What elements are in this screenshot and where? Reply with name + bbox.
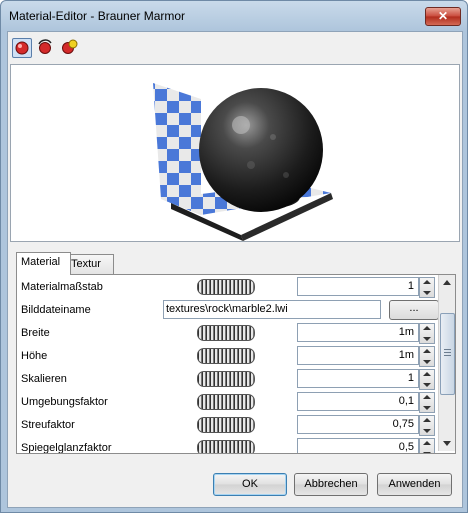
streufaktor-jog-wheel[interactable] [197,417,255,433]
skalieren-spinner[interactable] [419,369,435,390]
streufaktor-value: 0,75 [392,418,414,430]
spin-up-icon[interactable] [423,372,431,376]
hoehe-jog-wheel[interactable] [197,348,255,364]
spin-down-icon[interactable] [423,383,431,387]
property-label: Umgebungsfaktor [21,396,108,408]
property-label: Materialmaßstab [21,281,103,293]
apply-button[interactable]: Anwenden [377,473,452,496]
skalieren-jog-wheel[interactable] [197,371,255,387]
property-row-breite: Breite 1m [19,322,437,344]
cancel-button[interactable]: Abbrechen [294,473,368,496]
property-label: Skalieren [21,373,67,385]
umgebungsfaktor-spinner[interactable] [419,392,435,413]
title-bar[interactable]: Material-Editor - Brauner Marmor ✕ [1,1,467,31]
spin-down-icon[interactable] [423,291,431,295]
spin-up-icon[interactable] [423,418,431,422]
spiegelglanzfaktor-spinner[interactable] [419,438,435,453]
material-ball-red-icon [15,41,29,55]
property-row-skalieren: Skalieren 1 [19,368,437,390]
window-title: Material-Editor - Brauner Marmor [9,9,186,23]
property-label: Spiegelglanzfaktor [21,442,112,454]
tab-material-label: Material [21,256,61,268]
material-ball-yellow-icon [62,39,78,54]
spin-up-icon[interactable] [423,395,431,399]
property-row-bilddateiname: Bilddateiname textures\rock\marble2.lwi … [19,299,439,321]
browse-button[interactable]: ... [389,300,439,320]
dialog-client-area: Material Textur Materialmaßstab 1 Bildda… [7,31,463,508]
spin-down-icon[interactable] [423,406,431,410]
spin-down-icon[interactable] [423,429,431,433]
spin-down-icon[interactable] [423,337,431,341]
breite-input[interactable]: 1m [297,323,435,344]
spin-down-icon[interactable] [423,452,431,453]
material-editor-window: Material-Editor - Brauner Marmor ✕ Mater… [0,0,468,513]
spin-up-icon[interactable] [423,280,431,284]
hoehe-spinner[interactable] [419,346,435,367]
toolbar [8,32,462,62]
materialmassstab-input[interactable]: 1 [297,277,435,298]
material-preview[interactable] [10,64,460,242]
breite-value: 1m [398,326,414,338]
umgebungsfaktor-jog-wheel[interactable] [197,394,255,410]
property-label: Breite [21,327,50,339]
scrollbar-thumb[interactable] [440,313,455,395]
property-row-hoehe: Höhe 1m [19,345,437,367]
material-properties-panel: Materialmaßstab 1 Bilddateiname textures… [16,274,456,454]
spin-up-icon[interactable] [423,326,431,330]
skalieren-value: 1 [407,372,414,384]
ok-button[interactable]: OK [213,473,287,496]
materialmassstab-spinner[interactable] [419,277,435,298]
umgebungsfaktor-input[interactable]: 0,1 [297,392,435,413]
property-label: Bilddateiname [21,304,91,316]
spin-up-icon[interactable] [423,441,431,445]
streufaktor-input[interactable]: 0,75 [297,415,435,436]
scroll-up-icon[interactable] [441,277,453,289]
vertical-scrollbar[interactable] [438,275,455,451]
property-row-umgebungsfaktor: Umgebungsfaktor 0,1 [19,391,437,413]
tab-material[interactable]: Material [16,252,71,275]
spin-up-icon[interactable] [423,349,431,353]
close-icon: ✕ [437,9,449,23]
thumb-grip-icon [444,349,451,350]
materialmassstab-value: 1 [407,280,414,292]
property-label: Höhe [21,350,48,362]
streufaktor-spinner[interactable] [419,415,435,436]
material-ball-refresh-icon [38,39,52,54]
property-row-streufaktor: Streufaktor 0,75 [19,414,437,436]
breite-jog-wheel[interactable] [197,325,255,341]
material-ball-yellow-button[interactable] [60,38,78,56]
bilddateiname-value: textures\rock\marble2.lwi [166,303,288,315]
material-ball-red-button[interactable] [12,38,32,58]
property-row-materialmassstab: Materialmaßstab 1 [19,276,437,298]
spin-down-icon[interactable] [423,360,431,364]
scroll-down-icon[interactable] [441,437,453,449]
tab-textur-label: Textur [71,258,101,270]
property-label: Streufaktor [21,419,75,431]
preview-render-image [153,83,333,241]
umgebungsfaktor-value: 0,1 [398,395,414,407]
tab-textur[interactable]: Textur [66,254,114,275]
spiegelglanzfaktor-jog-wheel[interactable] [197,440,255,453]
material-ball-refresh-button[interactable] [36,38,54,56]
hoehe-input[interactable]: 1m [297,346,435,367]
bilddateiname-input[interactable]: textures\rock\marble2.lwi [163,300,381,319]
spiegelglanzfaktor-value: 0,5 [398,441,414,453]
property-row-spiegelglanzfaktor: Spiegelglanzfaktor 0,5 [19,437,437,454]
spiegelglanzfaktor-input[interactable]: 0,5 [297,438,435,453]
materialmassstab-jog-wheel[interactable] [197,279,255,295]
hoehe-value: 1m [398,349,414,361]
skalieren-input[interactable]: 1 [297,369,435,390]
breite-spinner[interactable] [419,323,435,344]
close-button[interactable]: ✕ [425,7,461,26]
